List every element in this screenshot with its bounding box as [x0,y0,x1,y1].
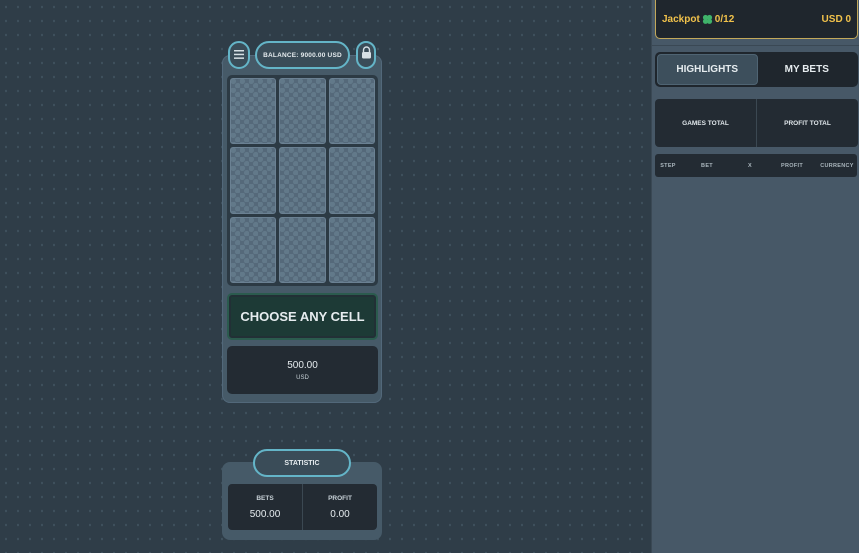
grid-cell[interactable] [230,216,277,283]
lock-icon [361,46,372,64]
tab-highlights-label: HIGHLIGHTS [676,64,739,75]
totals-box: GAMES TOTAL PROFIT TOTAL [655,99,858,147]
games-total-label: GAMES TOTAL [682,119,729,127]
jackpot-label: Jackpot [662,13,700,25]
profit-total-label: PROFIT TOTAL [784,119,831,127]
grid-cell[interactable] [279,78,326,145]
statistic-box: BETS 500.00 PROFIT 0.00 [228,484,377,530]
divider [651,45,859,46]
games-total: GAMES TOTAL [655,99,756,147]
column-profit: PROFIT [781,162,803,169]
column-step: STEP [660,162,676,169]
grid-cell[interactable] [328,147,375,214]
column-bet: BET [701,162,713,169]
choose-label: CHOOSE ANY CELL [240,309,365,324]
stat-bets-value: 500.00 [249,508,281,520]
balance-display[interactable]: BALANCE: 9000.00 USD [255,41,350,69]
menu-button[interactable] [228,41,250,69]
grid-cell[interactable] [279,216,326,283]
choose-any-cell-button[interactable]: CHOOSE ANY CELL [227,293,378,340]
tab-my-bets[interactable]: MY BETS [758,54,857,85]
grid-cell[interactable] [230,147,277,214]
bet-amount-field[interactable]: 500.00 USD [227,346,378,394]
column-x: X [748,162,752,169]
lock-button[interactable] [356,41,376,69]
grid-cell[interactable] [279,147,326,214]
stat-bets: BETS 500.00 [228,484,302,530]
statistic-tab[interactable]: STATISTIC [253,449,351,477]
statistic-label: STATISTIC [284,459,320,467]
tab-my-bets-label: MY BETS [784,64,829,75]
bets-table-header: STEP BET X PROFIT CURRENCY [655,154,857,177]
cell-grid [227,75,378,286]
jackpot-amount: USD 0 [821,13,851,25]
bet-currency: USD [296,374,309,381]
grid-cell[interactable] [328,78,375,145]
jackpot-bar: Jackpot 0/12 USD 0 [655,0,858,39]
sidebar-tabs: HIGHLIGHTS MY BETS [655,52,858,87]
clover-icon [702,14,713,25]
column-currency: CURRENCY [820,162,854,169]
tab-highlights[interactable]: HIGHLIGHTS [657,54,758,85]
stat-profit: PROFIT 0.00 [302,484,377,530]
profit-total: PROFIT TOTAL [756,99,858,147]
stat-profit-value: 0.00 [330,508,350,520]
hamburger-icon [234,46,244,64]
grid-cell[interactable] [328,216,375,283]
stat-profit-label: PROFIT [328,494,352,502]
stat-bets-label: BETS [256,494,274,502]
bet-amount-value: 500.00 [287,359,318,371]
balance-label: BALANCE: 9000.00 USD [263,51,342,59]
grid-cell[interactable] [230,78,277,145]
jackpot-progress: 0/12 [714,13,735,25]
